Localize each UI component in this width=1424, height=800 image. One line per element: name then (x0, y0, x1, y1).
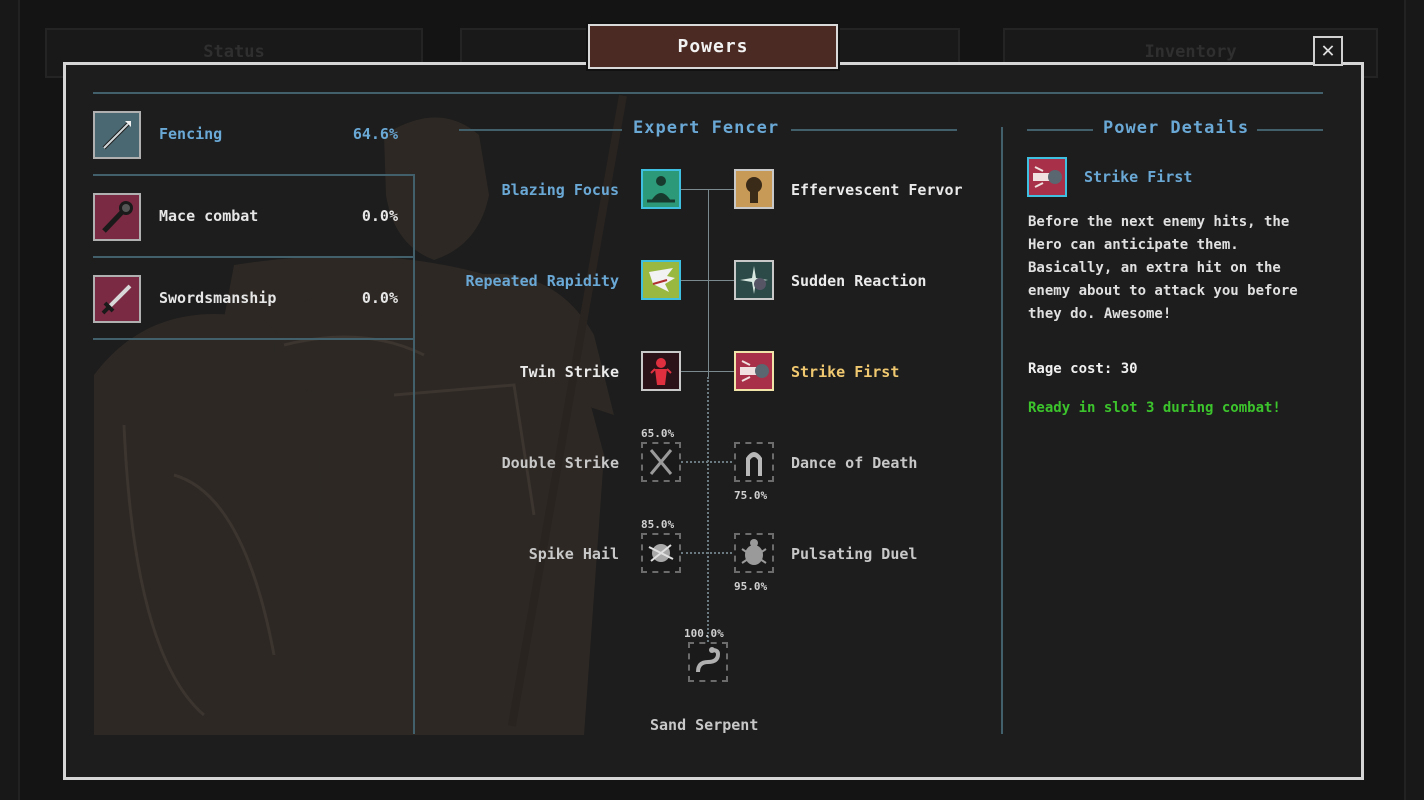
details-rage-cost: Rage cost: 30 (1028, 361, 1138, 377)
skill-percent: 64.6% (352, 125, 398, 143)
connector-row2 (681, 280, 736, 281)
fist-strike-icon (1033, 166, 1062, 188)
skills-column-border (413, 174, 415, 734)
skill-row-fencing[interactable]: Fencing 64.6% (93, 111, 398, 163)
power-twin-strike[interactable] (641, 351, 681, 391)
top-divider (93, 92, 1323, 94)
power-blazing-focus-label: Blazing Focus (501, 181, 619, 199)
power-blazing-focus[interactable] (641, 169, 681, 209)
skill-percent: 0.0% (361, 289, 398, 307)
skills-divider-3 (93, 338, 415, 340)
details-status: Ready in slot 3 during combat! (1028, 400, 1281, 416)
power-repeated-rapidity[interactable] (641, 260, 681, 300)
power-dance-of-death-label: Dance of Death (791, 454, 918, 472)
skill-percent: 0.0% (361, 207, 398, 225)
details-column-border (1001, 127, 1003, 734)
spike-ball-icon (648, 544, 674, 562)
beetle-icon (741, 539, 767, 565)
power-dance-of-death-percent: 75.0% (734, 489, 768, 502)
fist-strike-icon (740, 360, 769, 382)
powers-panel: Fencing 64.6% Mace combat 0.0% Swordsman… (63, 62, 1364, 780)
skills-divider-2 (93, 256, 415, 258)
power-sand-serpent-label: Sand Serpent (650, 716, 759, 734)
power-pulsating-duel-percent: 95.0% (734, 580, 768, 593)
background-frame-right (1404, 0, 1424, 800)
details-description: Before the next enemy hits, the Hero can… (1028, 214, 1298, 322)
connector-row5 (681, 552, 736, 554)
tree-header-line-left (459, 129, 622, 131)
head-silhouette-icon (746, 177, 762, 203)
wing-icon (649, 268, 675, 292)
tree-title: Expert Fencer (633, 118, 780, 138)
crossed-swords-icon (649, 449, 673, 475)
close-button[interactable]: ✕ (1313, 36, 1343, 66)
burst-icon (740, 266, 768, 294)
window-title: Powers (586, 22, 840, 71)
power-double-strike[interactable] (641, 442, 681, 482)
serpent-icon (696, 647, 721, 673)
power-effervescent-fervor-label: Effervescent Fervor (791, 181, 963, 199)
connector-row4 (681, 461, 736, 463)
power-strike-first-label: Strike First (791, 363, 900, 381)
red-figure-icon (650, 358, 672, 385)
tree-header-line-right (791, 129, 957, 131)
meditation-icon (647, 176, 675, 203)
power-sand-serpent[interactable] (688, 642, 728, 682)
background-frame-left (0, 0, 20, 800)
skill-row-swordsmanship[interactable]: Swordsmanship 0.0% (93, 275, 398, 327)
skills-divider-1 (93, 174, 415, 176)
connector-row1 (681, 189, 736, 190)
tree-spine-solid (708, 189, 709, 377)
power-double-strike-percent: 65.0% (641, 427, 675, 440)
tree-spine-dotted (707, 377, 709, 642)
power-strike-first[interactable] (734, 351, 774, 391)
connector-row3 (681, 371, 736, 372)
skill-name: Mace combat (159, 207, 259, 225)
power-sudden-reaction[interactable] (734, 260, 774, 300)
power-sand-serpent-percent: 100.0% (684, 627, 724, 640)
power-pulsating-duel[interactable] (734, 533, 774, 573)
power-effervescent-fervor[interactable] (734, 169, 774, 209)
details-power-name: Strike First (1084, 168, 1193, 186)
details-header-line-left (1027, 129, 1093, 131)
power-dance-of-death[interactable] (734, 442, 774, 482)
details-header-line-right (1257, 129, 1323, 131)
spear-icon (93, 111, 141, 159)
sword-icon (93, 275, 141, 323)
power-spike-hail-label: Spike Hail (528, 545, 619, 563)
power-spike-hail-percent: 85.0% (641, 518, 675, 531)
power-spike-hail[interactable] (641, 533, 681, 573)
mace-icon (93, 193, 141, 241)
power-double-strike-label: Double Strike (501, 454, 619, 472)
skill-name: Fencing (159, 125, 223, 143)
power-twin-strike-label: Twin Strike (519, 363, 619, 381)
power-sudden-reaction-label: Sudden Reaction (791, 272, 927, 290)
details-title: Power Details (1103, 118, 1250, 138)
skill-name: Swordsmanship (159, 289, 277, 307)
power-pulsating-duel-label: Pulsating Duel (791, 545, 918, 563)
power-repeated-rapidity-label: Repeated Rapidity (465, 272, 619, 290)
skill-row-mace-combat[interactable]: Mace combat 0.0% (93, 193, 398, 245)
details-power-icon (1027, 157, 1067, 197)
hooded-figure-icon (746, 452, 762, 476)
